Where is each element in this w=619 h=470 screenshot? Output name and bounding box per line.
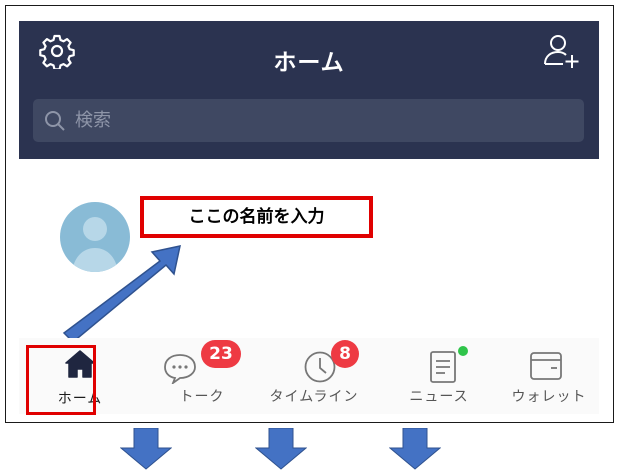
new-content-dot — [458, 346, 468, 356]
chat-bubble-icon — [164, 354, 196, 384]
down-arrow-icon — [389, 428, 441, 470]
app-header: ホーム — [19, 21, 599, 159]
unread-badge: 23 — [201, 340, 241, 368]
unread-badge: 8 — [331, 340, 359, 368]
add-friend-icon[interactable] — [541, 31, 581, 71]
name-annotation-box: ここの名前を入力 — [140, 196, 373, 238]
tab-label: ニュース — [409, 389, 469, 405]
tab-wallet[interactable]: ウォレット — [499, 338, 599, 414]
tab-talk[interactable]: 23 トーク — [157, 338, 247, 414]
diagonal-arrow — [62, 245, 181, 344]
down-arrow-icon — [120, 428, 172, 470]
tab-label: タイムライン — [269, 389, 359, 405]
down-arrow-icon — [255, 428, 307, 470]
tab-label: トーク — [179, 389, 225, 405]
tab-label: ウォレット — [511, 389, 587, 405]
wallet-icon — [530, 352, 562, 380]
page-title: ホーム — [273, 50, 345, 76]
home-tab-highlight — [26, 345, 96, 415]
search-bar[interactable] — [33, 99, 584, 142]
news-icon — [430, 351, 456, 383]
search-icon — [45, 111, 65, 131]
bottom-tab-bar: ホーム 23 トーク 8 タイムライン ニュース ウォレット — [19, 338, 599, 414]
search-input[interactable] — [75, 99, 555, 142]
tab-news[interactable]: ニュース — [389, 338, 489, 414]
tab-timeline[interactable]: 8 タイムライン — [249, 338, 379, 414]
